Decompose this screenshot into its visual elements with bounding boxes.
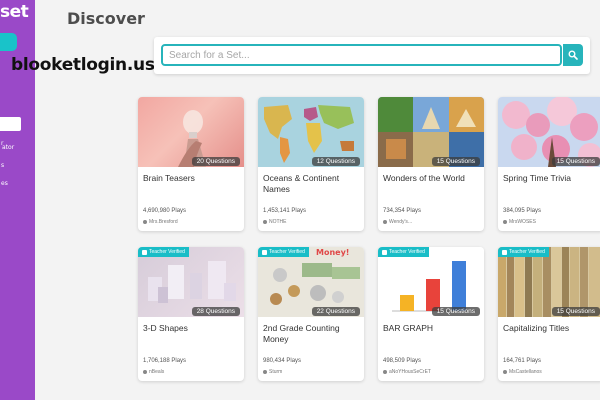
search-bar (154, 37, 590, 74)
check-icon (502, 249, 507, 255)
question-count-badge: 12 Questions (311, 157, 360, 166)
user-icon (503, 370, 507, 374)
set-thumbnail: Teacher Verified 28 Questions (138, 247, 244, 317)
user-icon (263, 220, 267, 224)
search-button[interactable] (563, 44, 583, 66)
teacher-verified-label: Teacher Verified (149, 249, 185, 255)
set-card[interactable]: 15 Questions Wonders of the World 734,35… (378, 97, 484, 231)
teacher-verified-label: Teacher Verified (509, 249, 545, 255)
play-count: 384,095 Plays (503, 208, 542, 214)
money-banner-text: Money! (316, 248, 350, 257)
play-count: 980,434 Plays (263, 358, 302, 364)
user-icon (383, 220, 387, 224)
teacher-verified-badge: Teacher Verified (138, 247, 189, 257)
sidebar-item-active[interactable] (0, 117, 21, 131)
sidebar-item-label[interactable]: es (1, 181, 8, 187)
set-author: NOTHE (263, 219, 287, 225)
play-count: 498,509 Plays (383, 358, 422, 364)
set-card[interactable]: 12 Questions Oceans & Continent Names 1,… (258, 97, 364, 231)
check-icon (262, 249, 267, 255)
set-title: 3-D Shapes (143, 323, 188, 333)
set-title: Wonders of the World (383, 173, 465, 183)
question-count-badge: 15 Questions (431, 307, 480, 316)
play-count: 734,354 Plays (383, 208, 422, 214)
set-card[interactable]: 20 Questions Brain Teasers 4,690,980 Pla… (138, 97, 244, 231)
author-name: MrsWOSES (509, 219, 536, 225)
watermark-text: blooketlogin.us (11, 55, 155, 75)
user-icon (263, 370, 267, 374)
author-name: Sturm (269, 369, 283, 375)
set-card[interactable]: Teacher Verified 28 Questions 3-D Shapes… (138, 247, 244, 381)
set-thumbnail: 20 Questions (138, 97, 244, 167)
check-icon (382, 249, 387, 255)
set-thumbnail: Money! Teacher Verified 22 Questions (258, 247, 364, 317)
question-count-badge: 15 Questions (551, 307, 600, 316)
set-author: aNoYHousSeCrET (383, 369, 431, 375)
author-name: Mrs.Bresford (149, 219, 178, 225)
question-count-badge: 15 Questions (551, 157, 600, 166)
set-title: Capitalizing Titles (503, 323, 570, 333)
set-thumbnail: 12 Questions (258, 97, 364, 167)
teacher-verified-badge: Teacher Verified (498, 247, 549, 257)
question-count-badge: 22 Questions (311, 307, 360, 316)
set-card[interactable]: 15 Questions Spring Time Trivia 384,095 … (498, 97, 600, 231)
sidebar-brand-button[interactable] (0, 33, 17, 51)
teacher-verified-badge: Teacher Verified (258, 247, 309, 257)
user-icon (143, 370, 147, 374)
author-name: NOTHE (269, 219, 287, 225)
set-title: Brain Teasers (143, 173, 195, 183)
teacher-verified-label: Teacher Verified (269, 249, 305, 255)
play-count: 164,761 Plays (503, 358, 542, 364)
play-count: 1,453,141 Plays (263, 208, 307, 214)
sidebar-item-label[interactable]: ator (2, 145, 14, 151)
author-name: nBeals (149, 369, 165, 375)
search-input[interactable] (161, 44, 562, 66)
set-author: MrsWOSES (503, 219, 536, 225)
set-title: BAR GRAPH (383, 323, 434, 333)
play-count: 1,706,188 Plays (143, 358, 187, 364)
brand-logo: set (0, 2, 29, 22)
search-icon (568, 50, 578, 60)
user-icon (143, 220, 147, 224)
set-thumbnail: 15 Questions (498, 97, 600, 167)
set-thumbnail: Teacher Verified 15 Questions (498, 247, 600, 317)
set-thumbnail: 15 Questions (378, 97, 484, 167)
play-count: 4,690,980 Plays (143, 208, 187, 214)
question-count-badge: 20 Questions (191, 157, 240, 166)
check-icon (142, 249, 147, 255)
set-title: Oceans & Continent Names (263, 173, 340, 194)
set-author: nBeals (143, 369, 164, 375)
page-title: Discover (67, 9, 145, 28)
set-card[interactable]: Teacher Verified 15 Questions Capitalizi… (498, 247, 600, 381)
teacher-verified-badge: Teacher Verified (378, 247, 429, 257)
set-card[interactable]: Money! Teacher Verified 22 Questions 2nd… (258, 247, 364, 381)
set-title: Spring Time Trivia (503, 173, 572, 183)
set-thumbnail: Teacher Verified 15 Questions (378, 247, 484, 317)
user-icon (383, 370, 387, 374)
set-author: MsCastellanos (503, 369, 542, 375)
author-name: aNoYHousSeCrET (389, 369, 431, 375)
user-icon (503, 220, 507, 224)
set-author: Wendy's... (383, 219, 412, 225)
set-author: Sturm (263, 369, 282, 375)
question-count-badge: 28 Questions (191, 307, 240, 316)
set-card[interactable]: Teacher Verified 15 Questions BAR GRAPH … (378, 247, 484, 381)
author-name: Wendy's... (389, 219, 413, 225)
question-count-badge: 15 Questions (431, 157, 480, 166)
author-name: MsCastellanos (509, 369, 542, 375)
set-title: 2nd Grade Counting Money (263, 323, 340, 344)
sidebar-item-label[interactable]: s (1, 163, 4, 169)
teacher-verified-label: Teacher Verified (389, 249, 425, 255)
set-author: Mrs.Bresford (143, 219, 178, 225)
